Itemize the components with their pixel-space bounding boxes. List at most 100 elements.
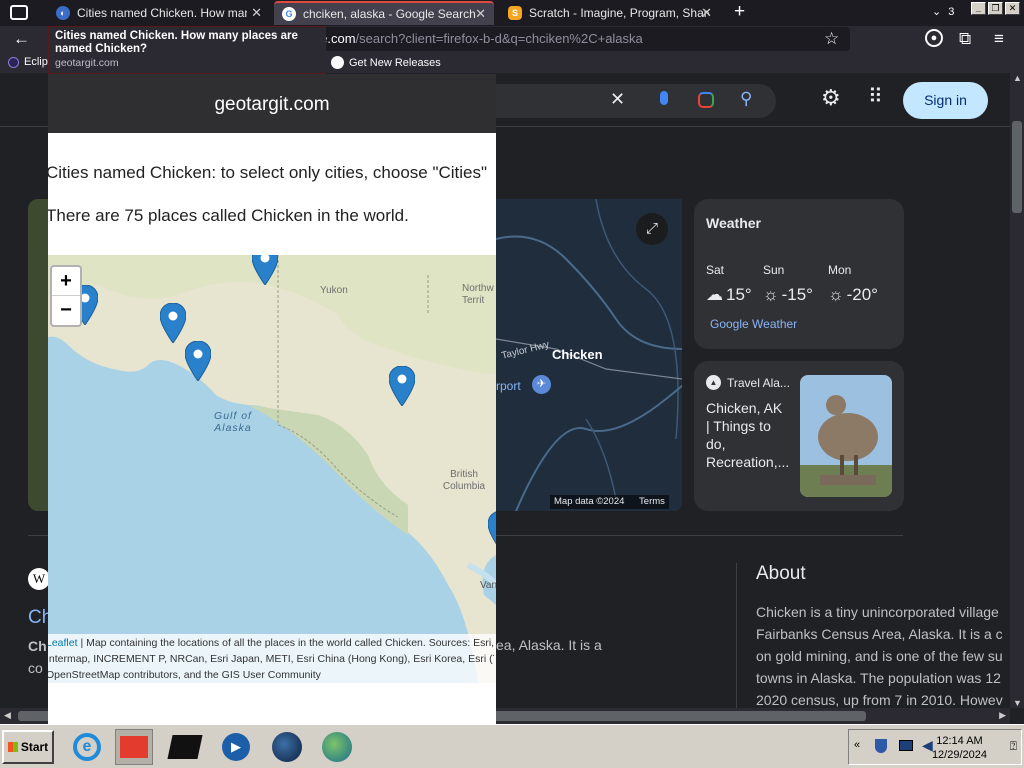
leaflet-link[interactable]: Leaflet <box>48 637 78 649</box>
weather-day-sun: Sun ☼ -15° <box>763 263 813 305</box>
scroll-left-icon[interactable]: ◀ <box>4 710 11 721</box>
travel-source: ▲ Travel Ala... <box>706 375 790 390</box>
about-text: Chicken is a tiny unincorporated village… <box>756 601 1008 708</box>
media-player-icon[interactable]: ▶ <box>217 729 255 765</box>
zoom-in-button[interactable]: + <box>52 267 80 296</box>
restore-icon[interactable]: ❐ <box>988 2 1003 15</box>
leaflet-map[interactable]: Yukon Northw Territ Gulf of Alaska Briti… <box>48 255 496 683</box>
system-tray: « ◀ 12:14 AM 12/29/2024 ⍰ <box>848 729 1022 765</box>
scroll-down-icon[interactable]: ▼ <box>1013 698 1022 708</box>
zoom-control: + − <box>50 265 82 327</box>
minimize-icon[interactable]: _ <box>971 2 986 15</box>
system-clock[interactable]: 12:14 AM 12/29/2024 <box>932 734 987 762</box>
voice-search-icon[interactable] <box>660 91 668 105</box>
tab-hover-tooltip: Cities named Chicken. How many places ar… <box>48 26 326 74</box>
start-button[interactable]: Start <box>2 730 54 764</box>
tab-count: 3 <box>948 6 955 18</box>
about-line: 2020 census, up from 7 in 2010. Howev <box>756 692 1003 708</box>
map-marker-icon[interactable] <box>389 366 415 406</box>
mail-app-icon[interactable] <box>115 729 153 765</box>
bookmark-eclip[interactable]: Eclip <box>8 56 48 68</box>
clear-search-icon[interactable]: ✕ <box>610 89 625 110</box>
github-icon <box>331 56 344 69</box>
globe-app-icon[interactable] <box>268 729 306 765</box>
tab-page-preview[interactable]: geotargit.com Cities named Chicken: to s… <box>48 74 496 724</box>
tab-google-search[interactable]: G chciken, alaska - Google Search ✕ <box>274 1 494 25</box>
back-arrow-icon[interactable]: ← <box>13 29 30 49</box>
scratch-icon: S <box>508 6 522 20</box>
close-tab-icon[interactable]: ✕ <box>251 5 262 21</box>
close-window-icon[interactable]: ✕ <box>1005 2 1020 15</box>
snippet-fragment-2: co <box>28 660 43 676</box>
apps-grid-icon[interactable]: ⠿ <box>868 84 883 109</box>
weather-temp: -15° <box>781 285 813 304</box>
tab-overflow-button[interactable]: ⌄ 3 <box>932 5 954 18</box>
weather-day-mon: Mon ☼ -20° <box>828 263 878 305</box>
network-browser-icon[interactable] <box>318 729 356 765</box>
vertical-scroll-thumb[interactable] <box>1012 121 1022 213</box>
close-tab-icon[interactable]: ✕ <box>701 5 712 21</box>
search-icon[interactable]: ⚲ <box>740 89 752 109</box>
vertical-scrollbar[interactable]: ▲ ▼ <box>1010 73 1024 708</box>
map-marker-icon[interactable] <box>185 341 211 381</box>
shield-icon[interactable] <box>875 739 887 753</box>
weather-card[interactable]: Weather Sat ☁ 15° Sun ☼ -15° Mon ☼ -20° … <box>694 199 904 349</box>
attribution-line: Intermap, INCREMENT P, NRCan, Esri Japan… <box>48 653 494 665</box>
snippet-right-fragment: ea, Alaska. It is a <box>496 637 602 653</box>
tab-cities-named-chicken[interactable]: ◐ Cities named Chicken. How many p ✕ <box>48 2 270 24</box>
weather-day-label: Sun <box>763 263 785 277</box>
map-label-yukon: Yukon <box>320 285 348 296</box>
tab-title: chciken, alaska - Google Search <box>303 7 476 21</box>
tab-scratch[interactable]: S Scratch - Imagine, Program, Share ✕ <box>500 2 720 24</box>
windows-logo-icon <box>7 742 18 752</box>
travel-card[interactable]: ▲ Travel Ala... Chicken, AK | Things to … <box>694 361 904 511</box>
map-terms-link[interactable]: Terms <box>639 496 665 507</box>
expand-map-icon[interactable]: ⤢ <box>636 213 668 245</box>
url-path: /search?client=firefox-b-d&q=chciken%2C+… <box>355 31 643 46</box>
chicken-statue-image <box>800 375 892 497</box>
travel-line: Recreation,... <box>706 454 790 470</box>
map-label-gulf: Gulf of Alaska <box>214 410 252 434</box>
eclipse-icon <box>8 56 19 68</box>
settings-gear-icon[interactable]: ⚙ <box>821 85 841 111</box>
terminal-app-icon[interactable] <box>166 729 204 765</box>
map-marker-icon[interactable] <box>160 303 186 343</box>
display-icon[interactable] <box>899 740 913 751</box>
map-marker-icon[interactable] <box>488 511 496 551</box>
close-tab-icon[interactable]: ✕ <box>475 6 486 22</box>
lens-icon[interactable] <box>698 92 714 108</box>
travel-line: | Things to <box>706 418 771 434</box>
scroll-up-icon[interactable]: ▲ <box>1013 73 1022 83</box>
map-marker-icon[interactable] <box>252 255 278 285</box>
about-line: towns in Alaska. The population was 12 <box>756 670 1001 686</box>
scroll-right-icon[interactable]: ▶ <box>999 710 1006 721</box>
tab-list-icon[interactable] <box>10 5 28 20</box>
tray-expand-icon[interactable]: « <box>854 739 860 751</box>
tab-title: Scratch - Imagine, Program, Share <box>529 6 709 20</box>
help-icon[interactable]: ⍰ <box>1010 739 1017 754</box>
google-weather-link[interactable]: Google Weather <box>710 317 797 331</box>
about-line: Chicken is a tiny unincorporated village <box>756 604 999 620</box>
attribution-line: Leaflet | Map containing the locations o… <box>48 635 494 651</box>
search-box[interactable]: ✕ ⚲ <box>460 84 776 118</box>
clock-time: 12:14 AM <box>936 735 983 747</box>
account-icon[interactable]: ● <box>925 29 943 47</box>
preview-text-line: There are 75 places called Chicken in th… <box>48 206 409 225</box>
sign-in-button[interactable]: Sign in <box>903 82 988 119</box>
zoom-out-button[interactable]: − <box>52 296 80 325</box>
bookmark-label: Eclip <box>24 56 48 68</box>
extensions-icon[interactable]: ⧉ <box>959 29 971 49</box>
weather-temp: -20° <box>846 285 878 304</box>
tab-title: Cities named Chicken. How many p <box>77 6 247 20</box>
bookmark-get-new-releases[interactable]: Get New Releases <box>331 56 441 69</box>
weather-day-label: Sat <box>706 263 725 277</box>
bookmark-star-icon[interactable]: ☆ <box>824 29 839 49</box>
internet-explorer-icon[interactable]: e <box>68 729 106 765</box>
chevron-down-icon: ⌄ <box>932 6 942 18</box>
globe-icon: ◐ <box>56 6 70 20</box>
new-tab-icon[interactable]: + <box>734 1 745 23</box>
map-data-credit: Map data ©2024 Terms <box>550 495 669 509</box>
google-map-card[interactable]: ⤢ Taylor Hwy Chicken rport ✈ Map data ©2… <box>496 199 682 511</box>
travel-link-text[interactable]: Chicken, AK | Things to do, Recreation,.… <box>706 399 789 471</box>
menu-icon[interactable]: ≡ <box>994 29 1004 49</box>
